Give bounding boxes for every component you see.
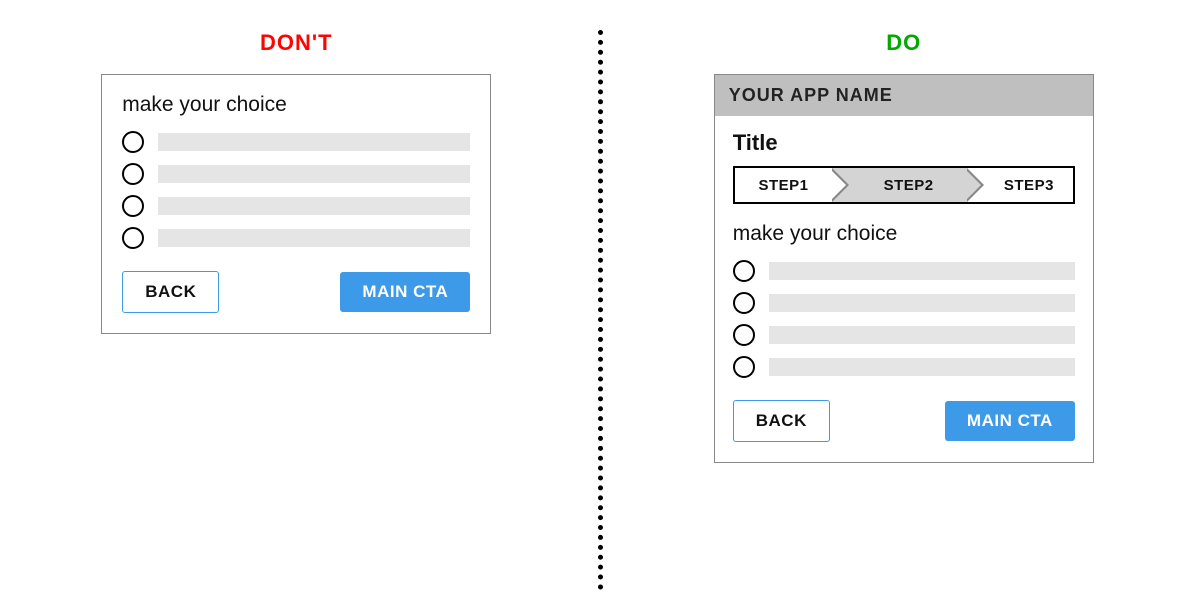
option-placeholder [769,326,1075,344]
comparison-container: DON'T make your choice [0,0,1200,600]
option-placeholder [769,294,1075,312]
radio-icon[interactable] [733,356,755,378]
radio-icon[interactable] [122,131,144,153]
back-button[interactable]: BACK [733,400,830,442]
step-2-active[interactable]: STEP2 [832,168,967,202]
button-row: BACK MAIN CTA [122,271,470,313]
option-row[interactable] [733,324,1075,346]
do-panel: DO YOUR APP NAME Title STEP1 STEP2 STEP3… [608,30,1200,463]
options-list [122,131,470,249]
back-button[interactable]: BACK [122,271,219,313]
option-row[interactable] [122,227,470,249]
radio-icon[interactable] [122,227,144,249]
dont-label: DON'T [260,30,333,56]
radio-icon[interactable] [122,163,144,185]
option-placeholder [158,133,470,151]
option-placeholder [158,165,470,183]
option-row[interactable] [733,292,1075,314]
step-indicator: STEP1 STEP2 STEP3 [733,166,1075,204]
option-placeholder [158,229,470,247]
dont-card: make your choice [101,74,491,334]
main-cta-button[interactable]: MAIN CTA [340,272,470,312]
dont-panel: DON'T make your choice [0,30,593,334]
app-header: YOUR APP NAME [715,75,1093,116]
vertical-divider [598,30,603,590]
option-row[interactable] [122,195,470,217]
step-1[interactable]: STEP1 [735,168,832,202]
option-row[interactable] [122,131,470,153]
options-list [733,260,1075,378]
option-row[interactable] [122,163,470,185]
option-row[interactable] [733,356,1075,378]
do-label: DO [886,30,921,56]
radio-icon[interactable] [122,195,144,217]
radio-icon[interactable] [733,324,755,346]
do-card-body: Title STEP1 STEP2 STEP3 make your choice [715,116,1093,462]
button-row: BACK MAIN CTA [733,400,1075,442]
page-title: Title [733,130,1075,156]
radio-icon[interactable] [733,260,755,282]
choice-prompt: make your choice [733,222,1075,246]
option-placeholder [158,197,470,215]
option-row[interactable] [733,260,1075,282]
radio-icon[interactable] [733,292,755,314]
option-placeholder [769,262,1075,280]
choice-prompt: make your choice [122,93,470,117]
main-cta-button[interactable]: MAIN CTA [945,401,1075,441]
option-placeholder [769,358,1075,376]
do-card: YOUR APP NAME Title STEP1 STEP2 STEP3 ma… [714,74,1094,463]
